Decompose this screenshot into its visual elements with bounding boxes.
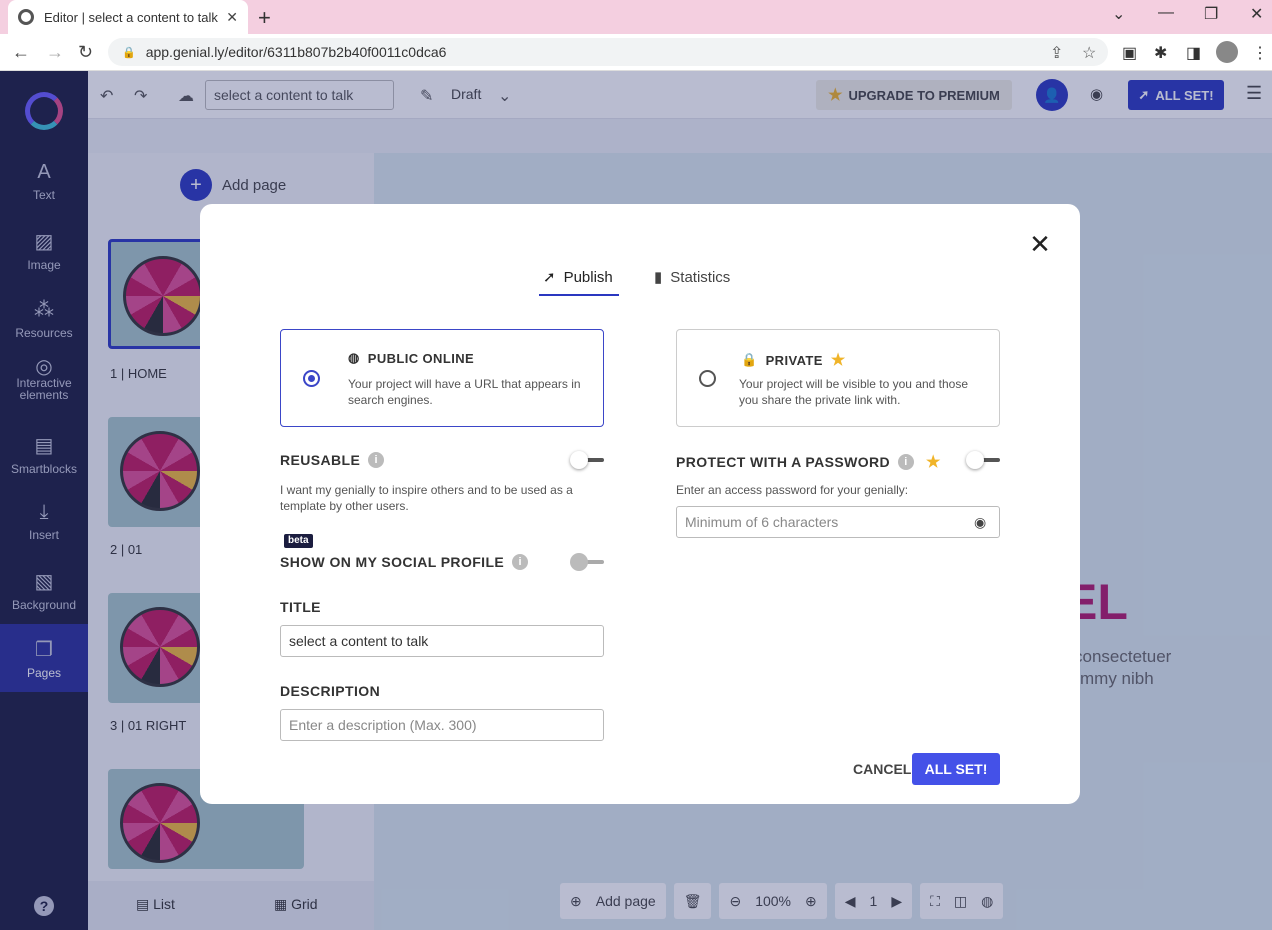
- premium-star-icon: ★: [830, 352, 846, 369]
- toggle-knob: [570, 451, 588, 469]
- reusable-help-text: I want my genially to inspire others and…: [280, 483, 573, 513]
- tab-statistics[interactable]: ▮ Statistics: [654, 268, 731, 287]
- window-close-icon[interactable]: ✕: [1250, 4, 1263, 24]
- password-label-text: PROTECT WITH A PASSWORD: [676, 454, 891, 470]
- browser-tab-strip: Editor | select a content to talk ✕ + ⌄ …: [0, 0, 1272, 34]
- info-icon[interactable]: i: [512, 554, 529, 570]
- tab-label: Statistics: [670, 268, 731, 286]
- bar-chart-icon: ▮: [654, 269, 663, 286]
- side-panel-icon[interactable]: ◨: [1186, 43, 1201, 63]
- lock-icon: 🔒: [741, 352, 758, 367]
- option-description: Your project will be visible to you and …: [739, 377, 969, 407]
- title-label: TITLE: [280, 599, 321, 615]
- option-description: Your project will have a URL that appear…: [348, 377, 581, 407]
- option-title-text: PUBLIC ONLINE: [367, 350, 475, 366]
- restore-icon[interactable]: ❐: [1204, 4, 1218, 24]
- reusable-label-text: REUSABLE: [280, 452, 361, 468]
- cancel-button[interactable]: CANCEL: [853, 761, 911, 777]
- url-text: app.genial.ly/editor/6311b807b2b40f0011c…: [145, 44, 447, 60]
- close-icon[interactable]: ✕: [1028, 231, 1052, 257]
- info-icon[interactable]: i: [368, 452, 385, 468]
- password-help-text: Enter an access password for your genial…: [676, 483, 909, 497]
- bookmark-star-icon[interactable]: ☆: [1082, 43, 1096, 63]
- social-profile-label: SHOW ON MY SOCIAL PROFILE i: [280, 554, 529, 570]
- password-toggle[interactable]: [966, 451, 1000, 469]
- title-input[interactable]: select a content to talk: [280, 625, 604, 657]
- active-tab-indicator: [539, 294, 619, 296]
- title-label-text: TITLE: [280, 599, 321, 615]
- public-online-option[interactable]: ◍ PUBLIC ONLINE Your project will have a…: [280, 329, 604, 427]
- option-title: ◍ PUBLIC ONLINE: [348, 350, 474, 366]
- option-title: 🔒 PRIVATE ★: [741, 350, 846, 370]
- address-bar[interactable]: 🔒 app.genial.ly/editor/6311b807b2b40f001…: [108, 38, 1108, 66]
- reusable-label: REUSABLE i: [280, 452, 385, 468]
- premium-star-icon: ★: [926, 454, 941, 471]
- rocket-icon: ➚: [543, 269, 556, 286]
- tab-publish[interactable]: ➚ Publish: [543, 268, 613, 287]
- reusable-toggle[interactable]: [570, 451, 604, 469]
- browser-menu-icon[interactable]: ⋮: [1252, 43, 1268, 63]
- publish-dialog: ✕ ➚ Publish ▮ Statistics ◍ PUBLIC ONLINE…: [200, 204, 1080, 804]
- all-set-button[interactable]: ALL SET!: [912, 753, 1000, 785]
- puzzle-extensions-icon[interactable]: ✱: [1154, 43, 1167, 63]
- browser-tab[interactable]: Editor | select a content to talk ✕: [8, 0, 248, 34]
- reload-icon[interactable]: ↻: [78, 42, 93, 63]
- private-option[interactable]: 🔒 PRIVATE ★ Your project will be visible…: [676, 329, 1000, 427]
- tab-label: Publish: [563, 268, 613, 286]
- beta-badge: beta: [284, 534, 313, 548]
- toggle-knob: [570, 553, 588, 571]
- private-radio[interactable]: [699, 370, 716, 387]
- tab-title: Editor | select a content to talk: [44, 9, 218, 25]
- password-input[interactable]: Minimum of 6 characters: [676, 506, 1000, 538]
- social-profile-toggle[interactable]: [570, 553, 604, 571]
- minimize-icon[interactable]: —: [1158, 4, 1174, 22]
- toggle-knob: [966, 451, 984, 469]
- profile-avatar[interactable]: [1216, 41, 1238, 63]
- password-label: PROTECT WITH A PASSWORD i ★: [676, 452, 941, 472]
- option-title-text: PRIVATE: [765, 352, 823, 368]
- description-label: DESCRIPTION: [280, 683, 380, 699]
- show-password-eye-icon[interactable]: ◉: [974, 514, 986, 531]
- share-icon[interactable]: ⇪: [1050, 43, 1063, 63]
- genially-favicon-icon: [18, 9, 34, 25]
- new-tab-icon[interactable]: +: [258, 5, 271, 31]
- browser-toolbar: ← → ↻ 🔒 app.genial.ly/editor/6311b807b2b…: [0, 34, 1272, 71]
- description-label-text: DESCRIPTION: [280, 683, 381, 699]
- globe-icon: ◍: [348, 350, 360, 365]
- forward-icon[interactable]: →: [46, 42, 64, 63]
- tab-search-icon[interactable]: ⌄: [1112, 4, 1125, 24]
- extension-icon[interactable]: ▣: [1122, 43, 1137, 63]
- info-icon[interactable]: i: [898, 454, 915, 470]
- social-label-text: SHOW ON MY SOCIAL PROFILE: [280, 554, 505, 570]
- close-tab-icon[interactable]: ✕: [226, 9, 238, 26]
- public-radio[interactable]: [303, 370, 320, 387]
- description-input[interactable]: Enter a description (Max. 300): [280, 709, 604, 741]
- lock-icon: 🔒: [122, 46, 136, 59]
- back-icon[interactable]: ←: [12, 42, 30, 63]
